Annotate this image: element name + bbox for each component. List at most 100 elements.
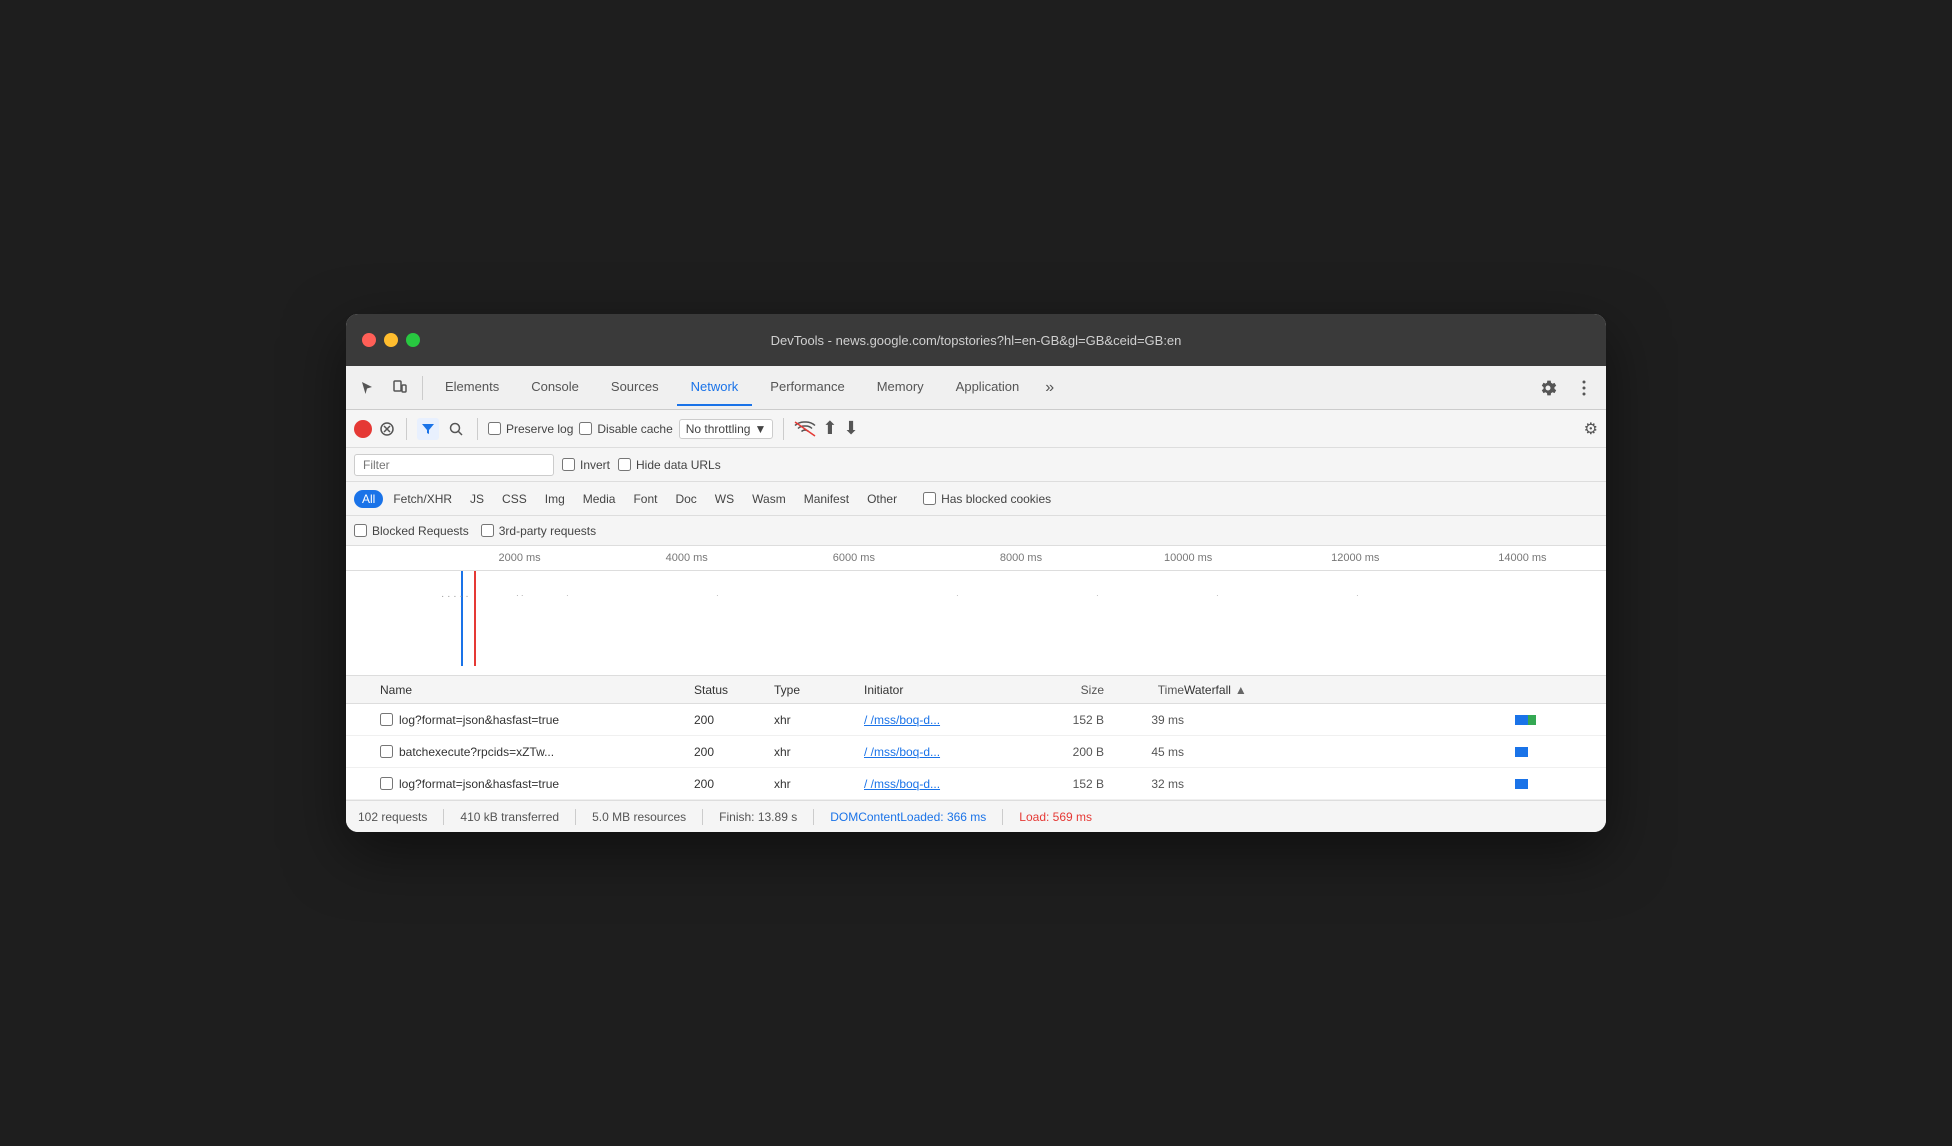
preserve-log-checkbox[interactable] bbox=[488, 422, 501, 435]
network-toolbar: Preserve log Disable cache No throttling… bbox=[346, 410, 1606, 448]
type-filter-doc[interactable]: Doc bbox=[667, 490, 704, 508]
third-party-checkbox[interactable] bbox=[481, 524, 494, 537]
main-toolbar: Elements Console Sources Network Perform… bbox=[346, 366, 1606, 410]
row3-checkbox[interactable] bbox=[380, 777, 393, 790]
row3-wf-blue bbox=[1515, 779, 1527, 789]
tab-console[interactable]: Console bbox=[517, 370, 593, 406]
row2-checkbox[interactable] bbox=[380, 745, 393, 758]
tick-6000: 6000 ms bbox=[770, 552, 937, 564]
header-type[interactable]: Type bbox=[774, 683, 864, 697]
close-button[interactable] bbox=[362, 333, 376, 347]
table-row[interactable]: batchexecute?rpcids=xZTw... 200 xhr / /m… bbox=[346, 736, 1606, 768]
type-filter-all[interactable]: All bbox=[354, 490, 383, 508]
type-filter-css[interactable]: CSS bbox=[494, 490, 535, 508]
waterfall-timeline: 2000 ms 4000 ms 6000 ms 8000 ms 10000 ms… bbox=[346, 546, 1606, 676]
maximize-button[interactable] bbox=[406, 333, 420, 347]
tick-2000: 2000 ms bbox=[436, 552, 603, 564]
type-filter-wasm[interactable]: Wasm bbox=[744, 490, 794, 508]
blocked-requests-label[interactable]: Blocked Requests bbox=[354, 524, 469, 538]
timeline-chart: · · · · · · · · · · · · · bbox=[346, 571, 1606, 666]
row2-waterfall-bar bbox=[1184, 742, 1598, 762]
invert-checkbox[interactable] bbox=[562, 458, 575, 471]
header-name[interactable]: Name bbox=[354, 683, 694, 697]
throttle-select[interactable]: No throttling ▼ bbox=[679, 419, 774, 439]
clear-button[interactable] bbox=[378, 420, 396, 438]
search-button[interactable] bbox=[445, 418, 467, 440]
row3-type: xhr bbox=[774, 777, 864, 791]
transferred-size: 410 kB transferred bbox=[460, 810, 559, 824]
cursor-icon[interactable] bbox=[354, 374, 382, 402]
hide-data-urls-label[interactable]: Hide data URLs bbox=[618, 458, 721, 472]
status-bar: 102 requests 410 kB transferred 5.0 MB r… bbox=[346, 800, 1606, 832]
row1-time: 39 ms bbox=[1104, 713, 1184, 727]
tab-sources[interactable]: Sources bbox=[597, 370, 673, 406]
type-filter-fetch-xhr[interactable]: Fetch/XHR bbox=[385, 490, 460, 508]
row1-initiator-link[interactable]: / /mss/boq-d... bbox=[864, 713, 940, 727]
requests-count: 102 requests bbox=[358, 810, 427, 824]
invert-label[interactable]: Invert bbox=[562, 458, 610, 472]
type-filter-other[interactable]: Other bbox=[859, 490, 905, 508]
row1-wf-green bbox=[1528, 715, 1536, 725]
status-divider-2 bbox=[575, 809, 576, 825]
header-waterfall[interactable]: Waterfall ▲ bbox=[1184, 683, 1598, 697]
minimize-button[interactable] bbox=[384, 333, 398, 347]
row2-initiator-link[interactable]: / /mss/boq-d... bbox=[864, 745, 940, 759]
tab-application[interactable]: Application bbox=[942, 370, 1034, 406]
settings-icon[interactable] bbox=[1534, 374, 1562, 402]
tab-elements[interactable]: Elements bbox=[431, 370, 513, 406]
row2-initiator: / /mss/boq-d... bbox=[864, 745, 1024, 759]
header-status[interactable]: Status bbox=[694, 683, 774, 697]
has-blocked-cookies-checkbox[interactable] bbox=[923, 492, 936, 505]
upload-icon[interactable]: ⬆ bbox=[822, 418, 837, 439]
hide-data-urls-checkbox[interactable] bbox=[618, 458, 631, 471]
waterfall-sort-arrow: ▲ bbox=[1235, 683, 1247, 697]
content-area: Preserve log Disable cache No throttling… bbox=[346, 410, 1606, 832]
type-filter-js[interactable]: JS bbox=[462, 490, 492, 508]
network-settings-icon[interactable]: ⚙ bbox=[1584, 419, 1598, 439]
more-tabs-button[interactable]: » bbox=[1037, 379, 1062, 397]
row2-name: batchexecute?rpcids=xZTw... bbox=[354, 745, 694, 759]
row3-status: 200 bbox=[694, 777, 774, 791]
row3-initiator-link[interactable]: / /mss/boq-d... bbox=[864, 777, 940, 791]
tick-14000: 14000 ms bbox=[1439, 552, 1606, 564]
status-divider-4 bbox=[813, 809, 814, 825]
upload-download-icons: ⬆ ⬇ bbox=[822, 418, 858, 439]
row1-waterfall-bar bbox=[1184, 710, 1598, 730]
device-icon[interactable] bbox=[386, 374, 414, 402]
disable-cache-checkbox[interactable] bbox=[579, 422, 592, 435]
dom-content-loaded: DOMContentLoaded: 366 ms bbox=[830, 810, 986, 824]
tab-network[interactable]: Network bbox=[677, 370, 753, 406]
disable-cache-label[interactable]: Disable cache bbox=[579, 422, 672, 436]
row1-checkbox[interactable] bbox=[380, 713, 393, 726]
nt-divider-1 bbox=[406, 418, 407, 440]
type-filter-img[interactable]: Img bbox=[537, 490, 573, 508]
type-filter-font[interactable]: Font bbox=[625, 490, 665, 508]
type-filter-media[interactable]: Media bbox=[575, 490, 624, 508]
filter-button[interactable] bbox=[417, 418, 439, 440]
blocked-requests-checkbox[interactable] bbox=[354, 524, 367, 537]
header-time[interactable]: Time bbox=[1104, 683, 1184, 697]
tick-8000: 8000 ms bbox=[937, 552, 1104, 564]
header-size[interactable]: Size bbox=[1024, 683, 1104, 697]
nt-divider-3 bbox=[783, 418, 784, 440]
row3-time: 32 ms bbox=[1104, 777, 1184, 791]
table-row[interactable]: log?format=json&hasfast=true 200 xhr / /… bbox=[346, 768, 1606, 800]
filter-input[interactable] bbox=[354, 454, 554, 476]
download-icon[interactable]: ⬇ bbox=[843, 418, 858, 439]
third-party-label[interactable]: 3rd-party requests bbox=[481, 524, 596, 538]
record-button[interactable] bbox=[354, 420, 372, 438]
tab-memory[interactable]: Memory bbox=[863, 370, 938, 406]
table-row[interactable]: log?format=json&hasfast=true 200 xhr / /… bbox=[346, 704, 1606, 736]
row2-size: 200 B bbox=[1024, 745, 1104, 759]
more-options-icon[interactable] bbox=[1570, 374, 1598, 402]
type-filter-ws[interactable]: WS bbox=[707, 490, 742, 508]
tab-performance[interactable]: Performance bbox=[756, 370, 858, 406]
type-filter-manifest[interactable]: Manifest bbox=[796, 490, 857, 508]
preserve-log-label[interactable]: Preserve log bbox=[488, 422, 573, 436]
has-blocked-cookies-label[interactable]: Has blocked cookies bbox=[923, 492, 1051, 506]
row2-type: xhr bbox=[774, 745, 864, 759]
status-divider-1 bbox=[443, 809, 444, 825]
row1-wf-blue bbox=[1515, 715, 1527, 725]
resources-size: 5.0 MB resources bbox=[592, 810, 686, 824]
header-initiator[interactable]: Initiator bbox=[864, 683, 1024, 697]
